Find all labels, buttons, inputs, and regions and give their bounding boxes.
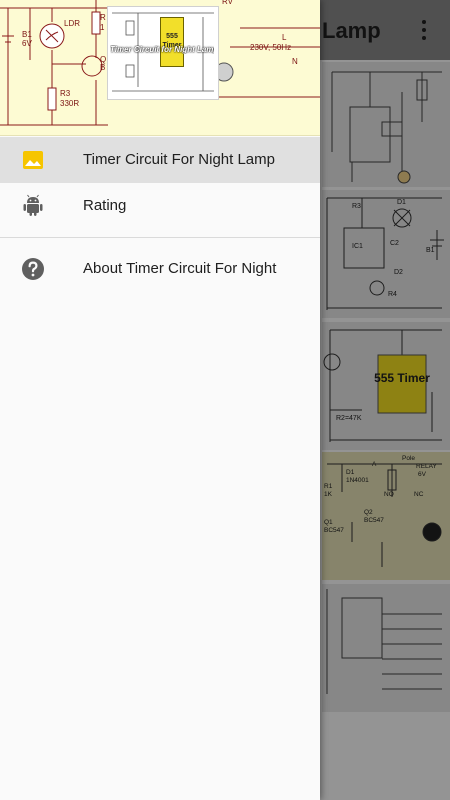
android-icon — [23, 194, 43, 216]
label-mains: 230V, 50Hz — [250, 43, 291, 52]
menu-item-about[interactable]: About Timer Circuit For Night — [0, 246, 320, 292]
label-r3-value: 330R — [60, 99, 79, 108]
label-r3: R3 — [60, 89, 71, 98]
label-b: B — [100, 63, 105, 72]
label-b1: B1 — [22, 30, 32, 39]
help-icon — [22, 258, 44, 280]
label-ldr: LDR — [64, 19, 80, 28]
header-thumbnail: 555 Timer Timer Circuit for Night Lamp — [107, 6, 219, 100]
menu-item-timer-circuit[interactable]: Timer Circuit For Night Lamp — [0, 137, 320, 183]
label-b1-voltage: 6V — [22, 39, 32, 48]
drawer-header: B1 6V LDR R 1 Q B R3 330R L 230V, 50Hz N… — [0, 0, 320, 136]
label-rv: RV — [222, 0, 234, 6]
menu-divider — [0, 237, 320, 238]
menu-item-label: About Timer Circuit For Night — [83, 260, 277, 277]
label-r-top: R — [100, 13, 106, 22]
image-icon — [23, 151, 43, 169]
menu-item-label: Timer Circuit For Night Lamp — [83, 151, 275, 168]
thumbnail-chip: 555 Timer — [160, 17, 184, 67]
thumbnail-title: Timer Circuit for Night Lamp — [110, 45, 214, 54]
label-l: L — [282, 33, 287, 42]
navigation-drawer: B1 6V LDR R 1 Q B R3 330R L 230V, 50Hz N… — [0, 0, 320, 800]
menu-item-label: Rating — [83, 197, 127, 214]
menu-item-rating[interactable]: Rating — [0, 183, 320, 229]
label-r-top-value: 1 — [100, 23, 105, 32]
drawer-menu: Timer Circuit For Night Lamp Rating Abou… — [0, 137, 320, 292]
label-n: N — [292, 57, 298, 66]
